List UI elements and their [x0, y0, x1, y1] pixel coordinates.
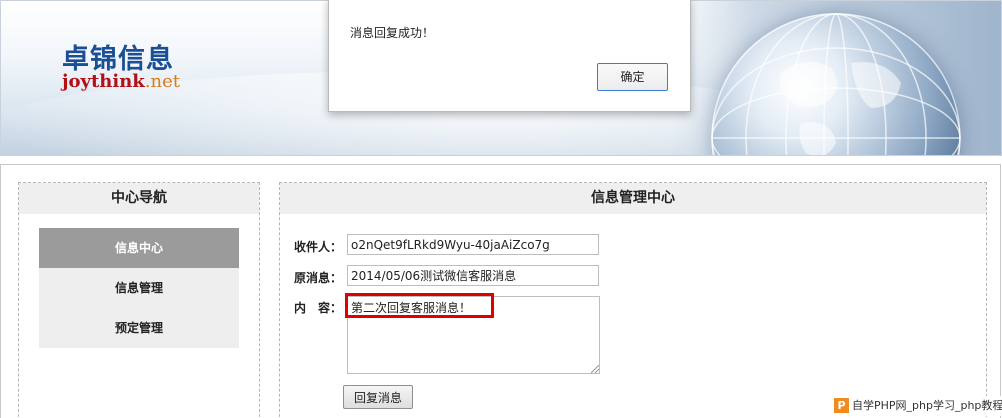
logo-en-main: joythink	[62, 71, 145, 92]
globe-image	[671, 1, 1001, 155]
original-message-label: 原消息：	[294, 271, 343, 285]
reply-submit-button[interactable]: 回复消息	[343, 385, 413, 409]
main-container: 中心导航 信息中心 信息管理 预定管理 信息管理中心 收件人： 原消息： 内 容…	[0, 164, 1001, 418]
nav-list: 信息中心 信息管理 预定管理	[39, 228, 239, 348]
nav-item-info-management[interactable]: 信息管理	[39, 268, 239, 308]
logo-en: joythink.net	[62, 71, 180, 92]
alert-dialog: 消息回复成功！ 确定	[328, 0, 691, 112]
recipient-input[interactable]	[347, 234, 599, 255]
nav-item-booking-management[interactable]: 预定管理	[39, 308, 239, 348]
original-message-input[interactable]	[347, 265, 599, 286]
nav-panel: 中心导航 信息中心 信息管理 预定管理	[18, 182, 260, 418]
php-logo-icon: P	[834, 397, 849, 413]
content-label: 内 容：	[294, 301, 343, 315]
alert-message: 消息回复成功！	[350, 26, 435, 40]
content-panel-title: 信息管理中心	[280, 183, 986, 214]
globe-icon	[711, 13, 961, 155]
nav-item-info-center[interactable]: 信息中心	[39, 228, 239, 268]
highlight-annotation	[345, 293, 494, 318]
content-panel: 信息管理中心 收件人： 原消息： 内 容： 第二次回复客服消息！ 回复消息	[279, 182, 987, 418]
watermark: P 自学PHP网_php学习_php教程	[834, 396, 1002, 416]
recipient-label: 收件人：	[294, 240, 343, 254]
logo-en-suffix: .net	[144, 71, 180, 92]
alert-ok-button[interactable]: 确定	[597, 63, 668, 91]
nav-panel-title: 中心导航	[19, 183, 259, 214]
textarea-resize-handle[interactable]	[591, 365, 599, 373]
watermark-text: 自学PHP网_php学习_php教程	[852, 399, 1002, 412]
globe-grid-icon	[711, 13, 961, 155]
